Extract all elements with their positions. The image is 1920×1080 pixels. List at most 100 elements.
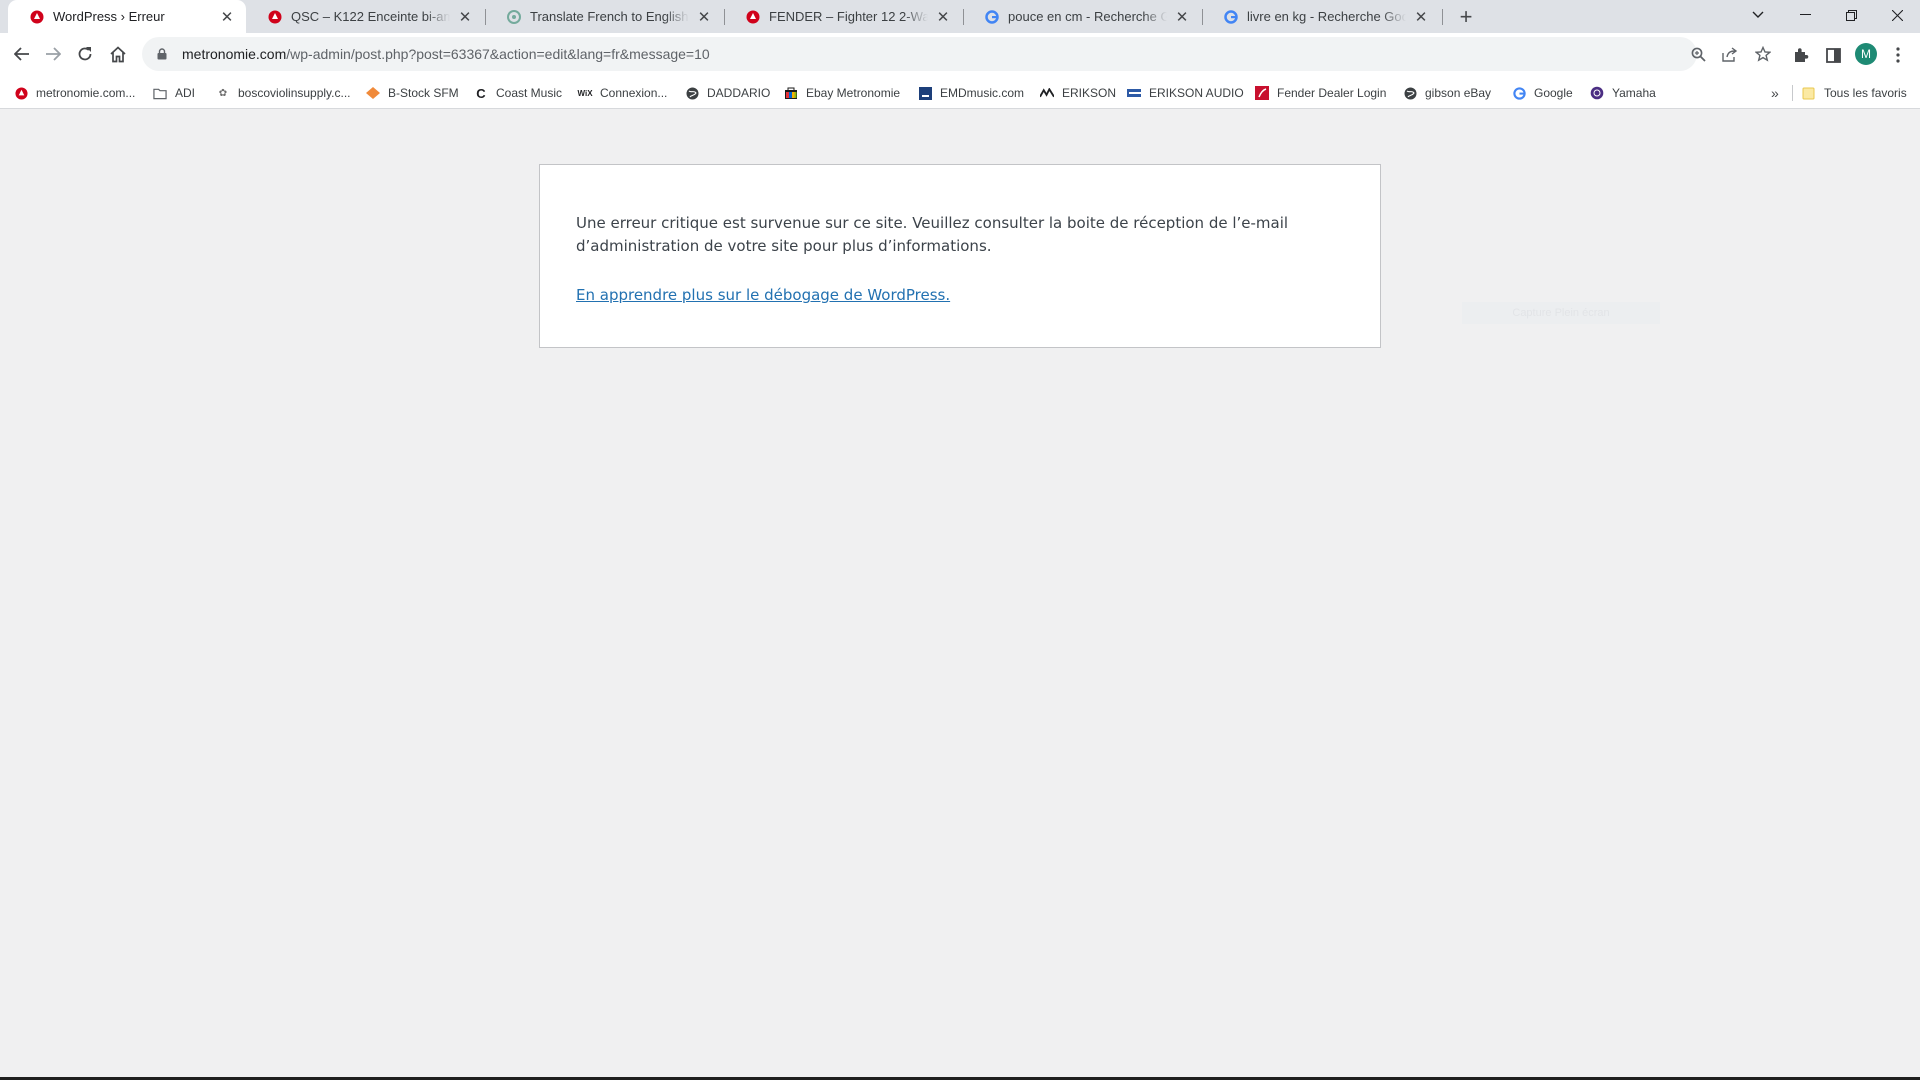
bookmark-metronomie[interactable]: metronomie.com...: [14, 83, 135, 103]
tab-separator: [1442, 9, 1443, 25]
error-message: Une erreur critique est survenue sur ce …: [576, 214, 1289, 255]
bookmark-google[interactable]: Google: [1512, 83, 1573, 103]
reload-button[interactable]: [70, 39, 100, 69]
tab-fender[interactable]: FENDER – Fighter 12 2-Way Power ✕: [724, 0, 962, 33]
browser-toolbar: metronomie.com/wp-admin/post.php?post=63…: [0, 33, 1920, 76]
bookmark-label: Yamaha: [1612, 86, 1656, 100]
metronomie-icon: [745, 9, 761, 25]
tab-livre-en-kg[interactable]: livre en kg - Recherche Google ✕: [1202, 0, 1440, 33]
bookmark-gibson-ebay[interactable]: gibson eBay: [1403, 83, 1491, 103]
restore-button[interactable]: [1828, 0, 1874, 30]
close-icon: [1891, 9, 1903, 21]
close-window-button[interactable]: [1874, 0, 1920, 30]
close-icon[interactable]: ✕: [218, 8, 236, 26]
address-bar[interactable]: metronomie.com/wp-admin/post.php?post=63…: [142, 37, 1771, 71]
restore-icon: [1845, 9, 1857, 21]
bookmark-erikson[interactable]: ERIKSON: [1040, 83, 1116, 103]
tab-wordpress-erreur[interactable]: WordPress › Erreur ✕: [8, 0, 246, 33]
bookmark-coast-music[interactable]: C Coast Music: [474, 83, 562, 103]
extensions-icon[interactable]: [1789, 43, 1813, 67]
erikson-audio-icon: [1127, 86, 1141, 100]
wp-error-box: Une erreur critique est survenue sur ce …: [539, 164, 1381, 348]
bookmark-boscoviolin[interactable]: ✿ boscoviolinsupply.c...: [216, 83, 351, 103]
url-host: metronomie.com: [182, 46, 287, 62]
forward-arrow-icon: [46, 47, 61, 61]
bookmark-label: Google: [1534, 86, 1573, 100]
globe-icon: [685, 86, 699, 100]
fender-icon: [1255, 86, 1269, 100]
zoom-icon[interactable]: [1689, 45, 1707, 63]
bookmark-yamaha[interactable]: Yamaha: [1590, 83, 1656, 103]
tab-search-button[interactable]: [1736, 0, 1780, 30]
forward-button[interactable]: [38, 39, 68, 69]
bookmark-star-icon[interactable]: [1754, 45, 1772, 63]
bookmark-emdmusic[interactable]: EMDmusic.com: [918, 83, 1024, 103]
google-icon: [1223, 9, 1239, 25]
folder-icon: [1802, 86, 1816, 100]
minimize-button[interactable]: [1782, 0, 1828, 30]
yamaha-icon: [1590, 86, 1604, 100]
back-button[interactable]: [7, 39, 37, 69]
folder-icon: [153, 86, 167, 100]
bookmark-daddario[interactable]: DADDARIO: [685, 83, 770, 103]
bookmark-label: B-Stock SFM: [388, 86, 459, 100]
google-icon: [984, 9, 1000, 25]
home-button[interactable]: [103, 39, 133, 69]
close-icon[interactable]: ✕: [456, 8, 474, 26]
tab-translate[interactable]: Translate French to English ✕: [485, 0, 723, 33]
bookmark-label: Coast Music: [496, 86, 563, 100]
bookmark-label: boscoviolinsupply.c...: [238, 86, 351, 100]
bookmark-ebay-metronomie[interactable]: Ebay Metronomie: [784, 83, 900, 103]
bookmark-label: metronomie.com...: [36, 86, 136, 100]
bookmark-label: Ebay Metronomie: [806, 86, 901, 100]
bookmark-label: ERIKSON: [1062, 86, 1117, 100]
bookmark-erikson-audio[interactable]: ERIKSON AUDIO: [1127, 83, 1244, 103]
tab-pouce-en-cm[interactable]: pouce en cm - Recherche Google ✕: [963, 0, 1201, 33]
debug-link[interactable]: En apprendre plus sur le débogage de Wor…: [576, 286, 950, 304]
bstock-icon: [366, 86, 380, 100]
lock-icon[interactable]: [155, 48, 169, 60]
url-path: /wp-admin/post.php?post=63367&action=edi…: [286, 46, 710, 62]
bookmarks-bar: metronomie.com... ADI ✿ boscoviolinsuppl…: [0, 76, 1920, 109]
share-icon[interactable]: [1721, 45, 1739, 63]
back-arrow-icon: [14, 47, 29, 61]
reload-icon: [78, 47, 92, 61]
side-panel-icon[interactable]: [1821, 43, 1845, 67]
minimize-icon: [1799, 14, 1811, 15]
all-bookmarks-folder[interactable]: Tous les favoris: [1802, 83, 1907, 103]
tab-title: livre en kg - Recherche Google: [1247, 9, 1406, 24]
bookmark-adi[interactable]: ADI: [153, 83, 195, 103]
coast-icon: C: [476, 85, 486, 101]
bookmark-label: Fender Dealer Login: [1277, 86, 1387, 100]
tab-title: QSC – K122 Enceinte bi-amplifiée: [291, 9, 450, 24]
violin-icon: ✿: [218, 87, 228, 99]
ebay-bag-icon: [784, 86, 798, 100]
new-tab-button[interactable]: +: [1452, 3, 1480, 31]
metronomie-icon: [29, 9, 45, 25]
bookmark-connexion-wix[interactable]: WiX Connexion...: [577, 83, 668, 103]
globe-icon: [1403, 86, 1417, 100]
close-icon[interactable]: ✕: [934, 8, 952, 26]
erikson-icon: [1040, 86, 1054, 100]
close-icon[interactable]: ✕: [1412, 8, 1430, 26]
home-icon: [110, 45, 126, 62]
bookmark-label: gibson eBay: [1425, 86, 1492, 100]
divider: [1792, 85, 1793, 101]
close-icon[interactable]: ✕: [695, 8, 713, 26]
bookmark-fender-dealer[interactable]: Fender Dealer Login: [1255, 83, 1386, 103]
url-text: metronomie.com/wp-admin/post.php?post=63…: [182, 46, 710, 62]
menu-dots-icon[interactable]: [1886, 43, 1910, 67]
close-icon[interactable]: ✕: [1173, 8, 1191, 26]
chevron-down-icon: [1752, 11, 1764, 18]
tab-title: WordPress › Erreur: [53, 9, 165, 24]
metronomie-icon: [14, 86, 28, 100]
bookmark-label: Tous les favoris: [1824, 86, 1907, 100]
more-bookmarks-button[interactable]: »: [1771, 83, 1779, 103]
profile-avatar[interactable]: M: [1855, 43, 1877, 65]
bookmark-label: Connexion...: [600, 86, 668, 100]
bookmark-bstock[interactable]: B-Stock SFM: [366, 83, 459, 103]
tab-title: Translate French to English: [530, 9, 689, 24]
screen-capture-overlay[interactable]: Capture Plein écran: [1462, 302, 1660, 324]
bookmark-label: ERIKSON AUDIO: [1149, 86, 1244, 100]
tab-qsc[interactable]: QSC – K122 Enceinte bi-amplifiée ✕: [246, 0, 484, 33]
